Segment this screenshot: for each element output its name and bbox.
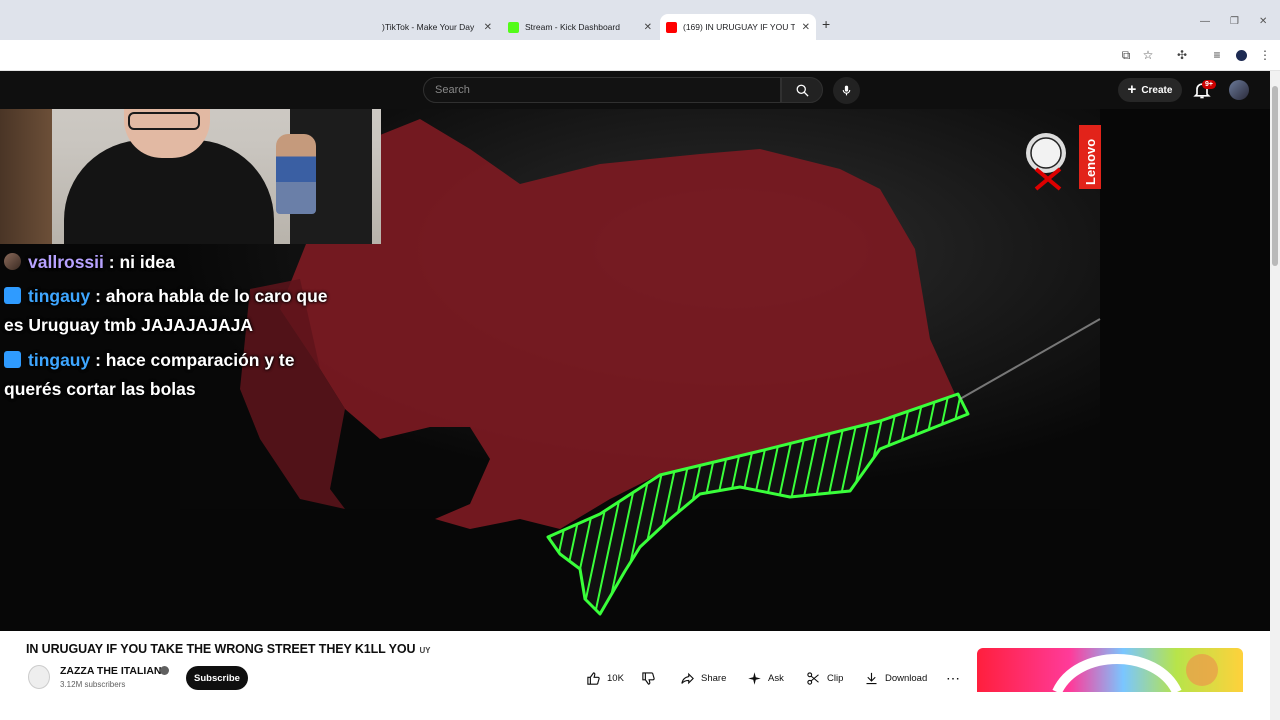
door (0, 109, 52, 244)
channel-avatar[interactable] (28, 665, 50, 689)
screen: )TikTok - Make Your Day ✕ Stream - Kick … (0, 0, 1280, 720)
ask-label: Ask (768, 672, 784, 684)
bookmark-star-icon[interactable]: ☆ (1141, 48, 1155, 62)
share-button[interactable]: Share (680, 668, 726, 688)
chat-username[interactable]: tingauy (28, 350, 90, 370)
tab-kick-dashboard[interactable]: Stream - Kick Dashboard ✕ (508, 14, 658, 40)
video-title-tag: UY (419, 646, 431, 655)
minimize-icon[interactable]: — (1200, 16, 1210, 27)
search-icon (796, 84, 809, 97)
dislike-button[interactable] (641, 668, 656, 688)
ask-button[interactable]: Ask (747, 668, 784, 688)
glasses (128, 112, 200, 130)
microphone-icon (842, 85, 851, 96)
figurine (276, 134, 316, 214)
search-input[interactable]: Search (423, 77, 781, 103)
account-avatar[interactable] (1229, 80, 1249, 100)
download-icon (866, 672, 877, 684)
subscriber-count: 3.12M subscribers (60, 680, 126, 689)
youtube-icon (666, 21, 677, 33)
tab-label: )TikTok - Make Your Day (382, 22, 475, 32)
notification-count-badge: 9+ (1202, 80, 1216, 89)
chat-text: : ni idea (103, 252, 175, 272)
like-button[interactable]: 10K (586, 668, 624, 688)
thumbs-down-icon (642, 671, 655, 685)
chat-message: vallrossii : ni idea (4, 248, 349, 277)
scissors-icon (807, 671, 819, 685)
like-count: 10K (607, 672, 624, 684)
thumbs-up-icon (587, 671, 600, 685)
create-label: Create (1141, 84, 1173, 96)
user-badge-icon (4, 351, 21, 368)
scrollbar-thumb[interactable] (1272, 86, 1278, 266)
profile-avatar[interactable] (1234, 48, 1248, 62)
browser-menu-icon[interactable]: ⋮ (1258, 48, 1272, 62)
user-badge-icon (4, 287, 21, 304)
tab-youtube-video[interactable]: (169) IN URUGUAY IF YOU TAK ✕ (660, 14, 816, 40)
share-label: Share (701, 672, 727, 684)
tab-tiktok[interactable]: )TikTok - Make Your Day ✕ (382, 14, 498, 40)
verified-badge-icon (160, 666, 169, 675)
chat-username[interactable]: tingauy (28, 286, 90, 306)
chat-message: tingauy : ahora habla de lo caro que es … (4, 282, 349, 340)
thumbnail-art (1052, 654, 1218, 692)
sparkle-icon (748, 671, 761, 685)
new-tab-button[interactable]: + (822, 16, 830, 32)
recommended-video-thumbnail[interactable] (977, 648, 1243, 692)
chat-message: tingauy : hace comparación y te querés c… (4, 346, 349, 404)
chat-username[interactable]: vallrossii (28, 252, 104, 272)
plus-icon: + (1127, 81, 1137, 98)
close-icon[interactable]: ✕ (802, 22, 810, 33)
tab-label: Stream - Kick Dashboard (525, 22, 620, 32)
user-avatar-icon (4, 253, 21, 270)
media-control-icon[interactable]: ≡ (1210, 48, 1224, 62)
close-icon[interactable]: ✕ (644, 22, 652, 33)
streamer-webcam (0, 109, 381, 244)
clip-label: Clip (827, 672, 844, 684)
tab-label: (169) IN URUGUAY IF YOU TAK (683, 22, 795, 32)
search-button[interactable] (781, 77, 823, 103)
search-placeholder: Search (435, 84, 470, 96)
close-window-icon[interactable]: ✕ (1259, 16, 1267, 27)
more-actions-button[interactable]: ⋯ (946, 668, 960, 688)
download-label: Download (885, 672, 928, 684)
download-button[interactable]: Download (864, 668, 927, 688)
voice-search-button[interactable] (833, 77, 860, 104)
create-button[interactable]: + Create (1118, 78, 1182, 102)
video-player[interactable]: Lenovo vallrossii : ni idea tingauy : ah… (0, 109, 1270, 631)
video-title-text: IN URUGUAY IF YOU TAKE THE WRONG STREET … (26, 642, 416, 656)
cast-icon[interactable]: ⧉ (1119, 48, 1133, 62)
extensions-icon[interactable]: ✣ (1175, 48, 1189, 62)
share-icon (681, 672, 694, 684)
kick-icon (508, 21, 519, 33)
video-title: IN URUGUAY IF YOU TAKE THE WRONG STREET … (26, 642, 430, 656)
subscribe-button[interactable]: Subscribe (186, 666, 248, 690)
lenovo-logo-text: Lenovo (1083, 139, 1098, 185)
more-icon: ⋯ (946, 669, 960, 686)
clip-button[interactable]: Clip (806, 668, 843, 688)
restore-icon[interactable]: ❐ (1230, 16, 1239, 27)
channel-name[interactable]: ZAZZA THE ITALIAN (60, 665, 161, 677)
close-icon[interactable]: ✕ (484, 22, 492, 33)
browser-toolbar (0, 40, 1280, 71)
